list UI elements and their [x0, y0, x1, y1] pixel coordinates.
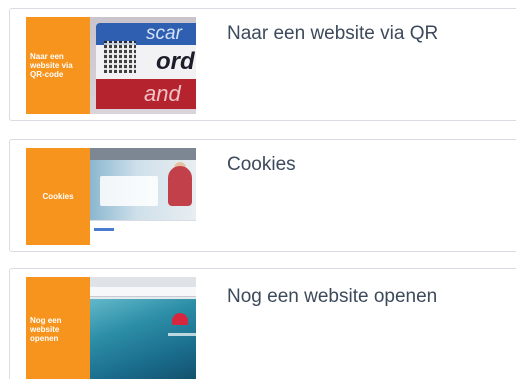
brand-logo-icon — [172, 313, 188, 325]
lesson-thumbnail: Naar een website via QR-code scar ord an… — [26, 17, 196, 114]
lesson-thumbnail: Nog een website openen — [26, 277, 196, 379]
browser-bar — [90, 148, 196, 160]
thumbnail-label: Nog een website openen — [26, 277, 90, 379]
page-footer — [90, 220, 196, 245]
thumbnail-label: Naar een website via QR-code — [26, 17, 90, 114]
thumbnail-label: Cookies — [26, 148, 90, 245]
lesson-card-qr[interactable]: Naar een website via QR-code scar ord an… — [9, 8, 516, 121]
lesson-card-cookies[interactable]: Cookies Cookies — [9, 139, 516, 252]
qr-code-icon — [104, 41, 136, 73]
photo-text-line3: and — [96, 79, 196, 109]
cookies-website-screenshot — [90, 148, 196, 245]
browser-url-bar — [90, 287, 196, 297]
lesson-list: Naar een website via QR-code scar ord an… — [0, 0, 516, 379]
lesson-card-new-website[interactable]: Nog een website openen Nog een website o… — [9, 268, 516, 379]
lesson-title[interactable]: Naar een website via QR — [227, 23, 438, 45]
slogan-text — [168, 333, 196, 336]
footer-link — [94, 228, 114, 231]
browser-sea-screenshot — [90, 277, 196, 379]
browser-tabs — [90, 277, 196, 287]
sea-image — [90, 299, 196, 379]
cookie-dialog — [100, 176, 158, 206]
lesson-thumbnail: Cookies — [26, 148, 196, 245]
lesson-title[interactable]: Nog een website openen — [227, 286, 437, 308]
person-figure — [168, 166, 192, 206]
qr-card-photo: scar ord and — [90, 17, 196, 114]
lesson-title[interactable]: Cookies — [227, 154, 296, 176]
